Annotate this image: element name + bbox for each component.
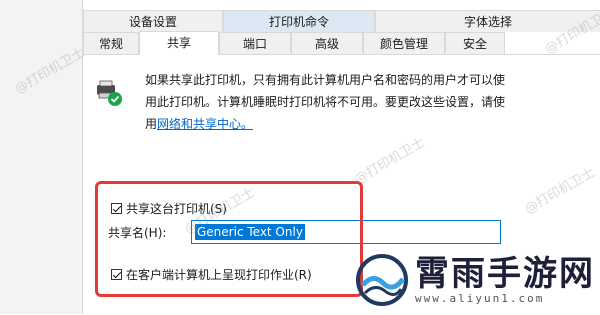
logo-brand: 霄雨手游网	[415, 253, 595, 294]
tab-sharing[interactable]: 共享	[139, 31, 219, 55]
printer-share-icon	[97, 80, 122, 106]
share-name-value: Generic Text Only	[195, 224, 305, 240]
render-jobs-label: 在客户端计算机上呈现打印作业(R)	[126, 268, 312, 282]
render-jobs-checkbox[interactable]	[111, 269, 122, 280]
share-printer-checkbox[interactable]	[111, 203, 122, 214]
tab-color-management[interactable]: 颜色管理	[363, 32, 445, 54]
tab-security[interactable]: 安全	[445, 32, 505, 54]
sharing-description: 如果共享此打印机，只有拥有此计算机用户名和密码的用户才可以使 用此打印机。计算机…	[145, 73, 506, 131]
tab-device-settings[interactable]: 设备设置	[83, 10, 223, 32]
share-name-label: 共享名(H):	[108, 226, 167, 240]
wave-logo-icon	[356, 254, 408, 306]
tab-printer-commands[interactable]: 打印机命令	[223, 10, 375, 32]
tab-advanced[interactable]: 高级	[291, 32, 363, 54]
render-jobs-row[interactable]: 在客户端计算机上呈现打印作业(R)	[111, 266, 312, 283]
tab-ports[interactable]: 端口	[219, 32, 291, 54]
network-sharing-center-link[interactable]: 网络和共享中心。	[157, 117, 253, 131]
site-logo: 霄雨手游网 www.aliyun1.com	[355, 252, 595, 308]
tab-general[interactable]: 常规	[83, 32, 139, 54]
share-name-input[interactable]: Generic Text Only	[191, 220, 501, 244]
